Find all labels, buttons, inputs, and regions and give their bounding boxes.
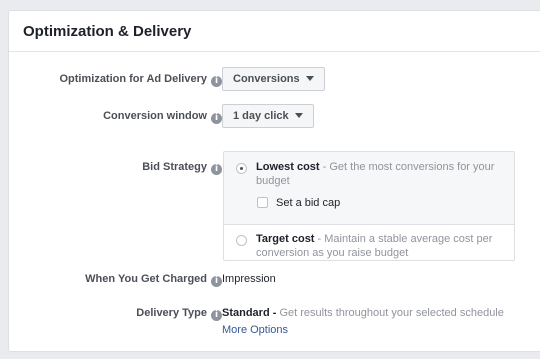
optimization-value: Conversions (233, 73, 300, 85)
info-icon[interactable]: i (211, 113, 222, 124)
caret-down-icon (294, 113, 303, 118)
bid-option-lowest-cost[interactable]: Lowest cost - Get the most conversions f… (224, 152, 514, 225)
lowest-cost-title: Lowest cost (256, 161, 320, 173)
target-cost-text: Target cost - Maintain a stable average … (256, 232, 506, 260)
panel-title: Optimization & Delivery (9, 11, 540, 52)
radio-button-target-cost[interactable] (236, 235, 247, 246)
lowest-cost-text: Lowest cost - Get the most conversions f… (256, 160, 506, 188)
info-icon[interactable]: i (211, 276, 222, 287)
delivery-type-label: Delivery Type (136, 307, 207, 319)
bid-strategy-label-row: Bid Strategy i (142, 161, 222, 175)
conversion-window-label-row: Conversion window i (103, 110, 222, 124)
bid-strategy-label: Bid Strategy (142, 161, 207, 173)
conversion-window-value: 1 day click (233, 110, 289, 122)
conversion-window-dropdown[interactable]: 1 day click (222, 104, 314, 128)
optimization-label: Optimization for Ad Delivery (59, 73, 207, 85)
bid-cap-checkbox[interactable] (257, 197, 268, 208)
info-icon[interactable]: i (211, 164, 222, 175)
info-icon[interactable]: i (211, 310, 222, 321)
optimization-label-row: Optimization for Ad Delivery i (59, 73, 222, 87)
conversion-window-label: Conversion window (103, 110, 207, 122)
radio-button-lowest-cost[interactable] (236, 163, 247, 174)
info-icon[interactable]: i (211, 76, 222, 87)
charged-label: When You Get Charged (85, 273, 207, 285)
delivery-type-standard: Standard - (222, 307, 277, 319)
charged-value: Impression (222, 273, 276, 285)
target-cost-title: Target cost (256, 233, 315, 245)
caret-down-icon (305, 76, 314, 81)
bid-cap-label: Set a bid cap (276, 197, 341, 209)
delivery-type-description: Get results throughout your selected sch… (276, 307, 504, 319)
more-options-link[interactable]: More Options (222, 324, 288, 336)
delivery-type-label-row: Delivery Type i (136, 307, 222, 321)
optimization-delivery-panel: Optimization & Delivery Optimization for… (8, 10, 540, 352)
charged-label-row: When You Get Charged i (85, 273, 222, 287)
delivery-type-value: Standard - Get results throughout your s… (222, 307, 504, 319)
bid-strategy-options: Lowest cost - Get the most conversions f… (223, 151, 515, 261)
optimization-dropdown[interactable]: Conversions (222, 67, 325, 91)
